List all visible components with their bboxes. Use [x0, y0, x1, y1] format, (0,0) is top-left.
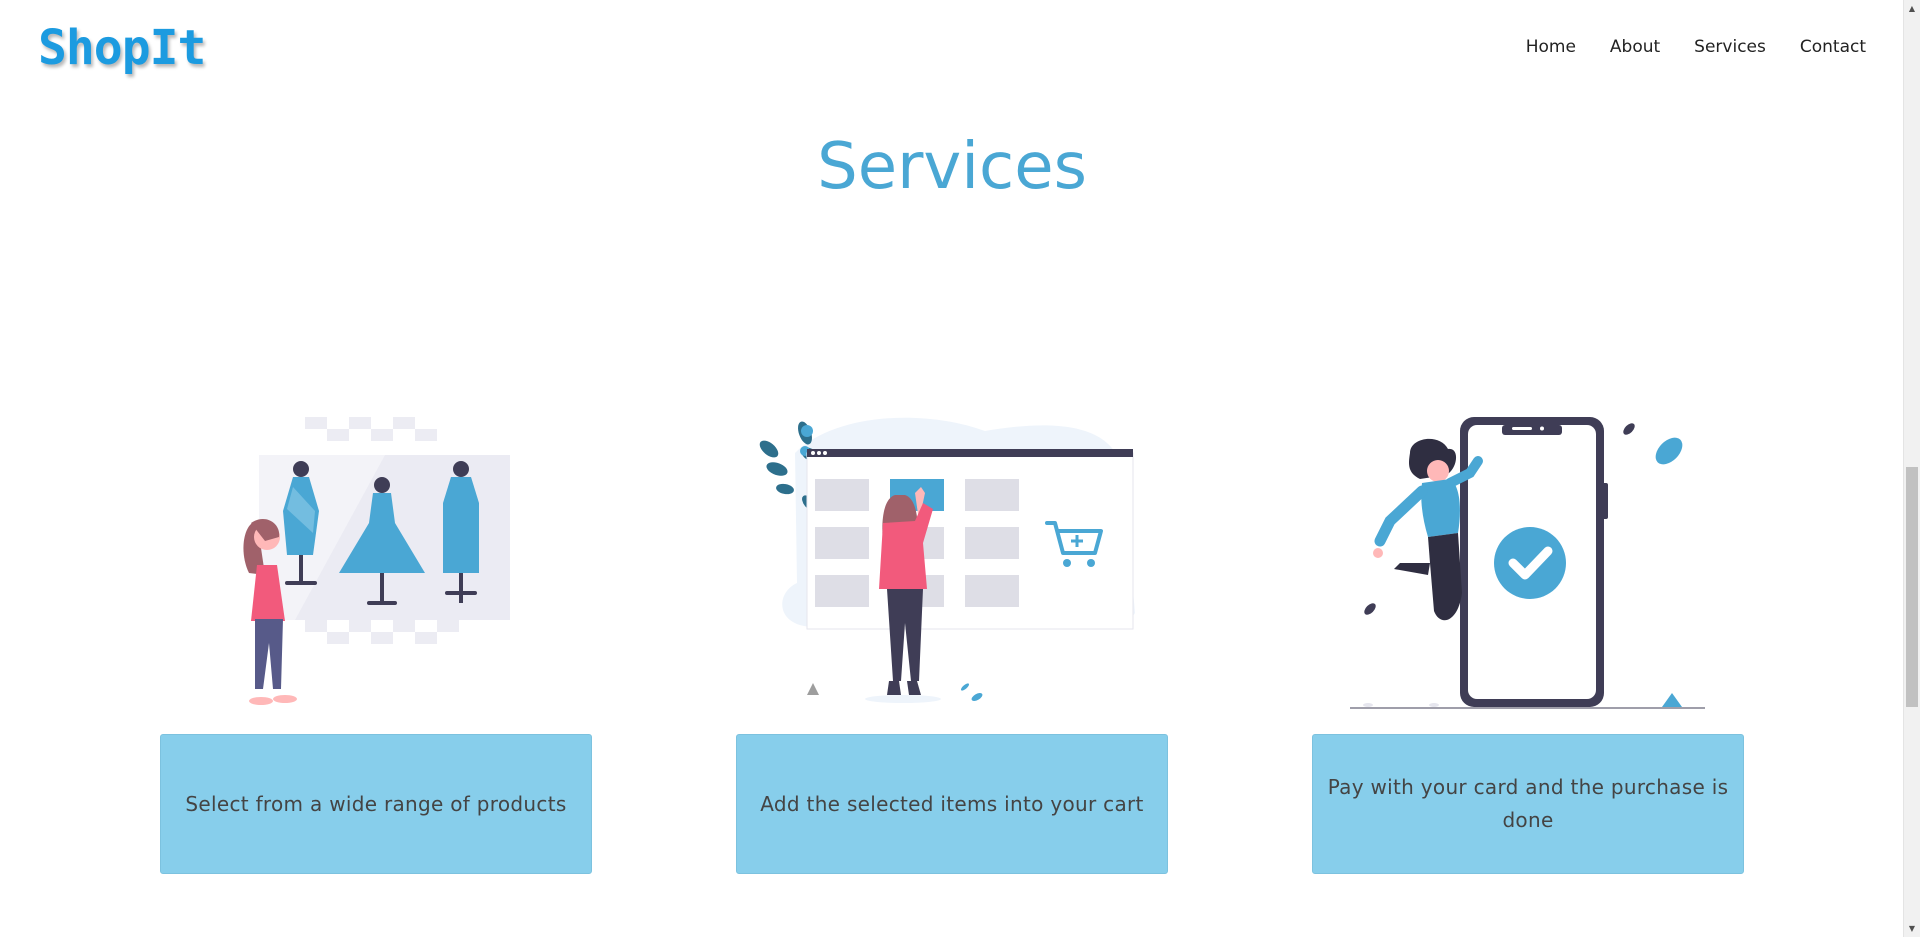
service-card-add-to-cart[interactable]: Add the selected items into your cart	[736, 734, 1168, 874]
add-to-cart-illustration	[759, 417, 1135, 703]
scroll-down-arrow-icon[interactable]: ▼	[1904, 920, 1920, 937]
main-nav: Home About Services Contact	[1526, 37, 1866, 57]
service-card-pay[interactable]: Pay with your card and the purchase is d…	[1312, 734, 1744, 874]
service-card-text: Add the selected items into your cart	[760, 791, 1144, 816]
phone-payment-success-illustration	[1350, 417, 1705, 709]
mannequins-shopping-illustration	[243, 417, 510, 705]
vertical-scrollbar[interactable]: ▲ ▼	[1903, 0, 1920, 937]
service-card-text: Select from a wide range of products	[185, 791, 567, 816]
nav-home-link[interactable]: Home	[1526, 37, 1576, 57]
nav-contact-link[interactable]: Contact	[1800, 37, 1866, 57]
service-card-select-products[interactable]: Select from a wide range of products	[160, 734, 592, 874]
logo[interactable]: ShopIt	[38, 20, 206, 76]
nav-services-link[interactable]: Services	[1694, 37, 1766, 57]
scrollbar-thumb[interactable]	[1906, 467, 1918, 707]
scroll-up-arrow-icon[interactable]: ▲	[1904, 0, 1920, 17]
section-title: Services	[817, 130, 1087, 204]
service-card-text: Pay with your card and the purchase is d…	[1327, 775, 1729, 832]
nav-about-link[interactable]: About	[1610, 37, 1660, 57]
